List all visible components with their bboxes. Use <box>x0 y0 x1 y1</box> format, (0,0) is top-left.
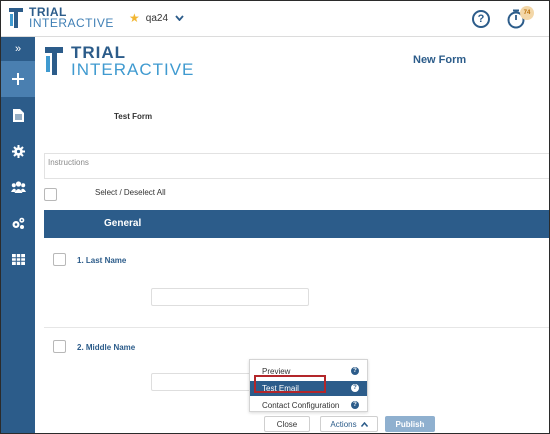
menu-item-label: Contact Configuration <box>262 401 340 410</box>
gear-icon <box>11 144 25 158</box>
page-title: New Form <box>413 54 467 66</box>
chevron-down-icon[interactable] <box>175 13 184 24</box>
document-icon <box>12 108 24 122</box>
last-name-input[interactable] <box>151 288 309 306</box>
project-selector[interactable]: ★ qa24 <box>129 11 184 25</box>
plus-icon <box>12 73 24 85</box>
select-all-label: Select / Deselect All <box>95 188 166 197</box>
app-logo-text: TRIAL INTERACTIVE <box>29 6 114 30</box>
sidebar-expand-button[interactable]: » <box>1 37 35 61</box>
chevron-up-icon <box>360 421 368 427</box>
users-icon <box>10 181 26 193</box>
form-logo-text: TRIAL INTERACTIVE <box>71 44 194 78</box>
sidebar-item-settings[interactable] <box>1 133 35 169</box>
project-name: qa24 <box>145 12 169 24</box>
sidebar-item-users[interactable] <box>1 169 35 205</box>
section-title: General <box>104 218 142 229</box>
expand-chevrons-icon: » <box>14 43 22 55</box>
sidebar-item-configuration[interactable] <box>1 205 35 241</box>
question-mark-icon[interactable]: ? <box>351 384 359 392</box>
favorite-star-icon[interactable]: ★ <box>129 11 140 25</box>
select-all-row: Select / Deselect All <box>44 188 166 201</box>
sidebar: » <box>1 37 35 433</box>
highlight-annotation <box>254 375 326 393</box>
table-icon <box>11 253 25 265</box>
field-row-last-name: 1. Last Name <box>44 238 549 328</box>
sidebar-item-add[interactable] <box>1 61 35 97</box>
top-bar: TRIAL INTERACTIVE ★ qa24 ? 74 <box>1 1 549 37</box>
sidebar-item-table[interactable] <box>1 241 35 277</box>
form-logo: TRIAL INTERACTIVE <box>43 44 194 78</box>
form-brand-line-1: TRIAL <box>71 43 127 62</box>
field-checkbox[interactable] <box>53 253 66 266</box>
form-editor: TRIAL INTERACTIVE New Form Test Form Ins… <box>35 38 549 433</box>
trial-interactive-logo-icon <box>45 47 63 75</box>
trial-interactive-logo-icon <box>9 8 23 28</box>
actions-label: Actions <box>330 419 357 429</box>
question-mark-icon[interactable]: ? <box>351 401 359 409</box>
gears-icon <box>12 217 25 229</box>
form-brand-line-2: INTERACTIVE <box>71 60 195 79</box>
help-icon[interactable]: ? <box>472 10 490 28</box>
instructions-field[interactable]: Instructions <box>44 153 549 179</box>
form-name[interactable]: Test Form <box>114 112 152 121</box>
close-button[interactable]: Close <box>264 416 310 432</box>
select-all-checkbox[interactable] <box>44 188 57 201</box>
app-window: TRIAL INTERACTIVE ★ qa24 ? 74 » TRIAL IN… <box>0 0 550 434</box>
sidebar-item-documents[interactable] <box>1 97 35 133</box>
publish-button[interactable]: Publish <box>385 416 435 432</box>
field-checkbox[interactable] <box>53 340 66 353</box>
section-header: General <box>44 210 549 238</box>
actions-button[interactable]: Actions <box>320 416 378 432</box>
field-label: 1. Last Name <box>77 256 127 265</box>
timer-badge: 74 <box>520 6 534 20</box>
question-mark-icon[interactable]: ? <box>351 367 359 375</box>
app-logo[interactable]: TRIAL INTERACTIVE <box>7 6 114 30</box>
field-label: 2. Middle Name <box>77 343 136 352</box>
brand-line-2: INTERACTIVE <box>29 16 114 30</box>
menu-item-contact-configuration[interactable]: Contact Configuration ? <box>250 398 367 413</box>
